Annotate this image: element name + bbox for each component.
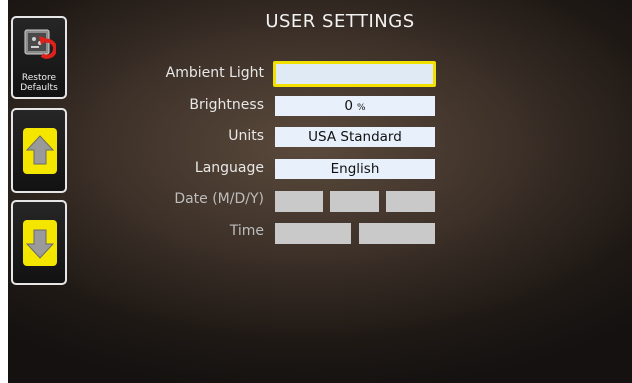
brightness-value: 0 — [344, 98, 354, 114]
ambient-light-field[interactable] — [273, 61, 436, 87]
date-month-field[interactable] — [275, 191, 323, 212]
units-label: Units — [228, 128, 264, 144]
arrow-up-icon — [25, 135, 55, 165]
language-label: Language — [194, 160, 264, 176]
time-label: Time — [229, 223, 264, 239]
date-year-field[interactable] — [386, 191, 435, 212]
arrow-down-icon — [25, 229, 55, 259]
units-field[interactable]: USA Standard — [275, 127, 435, 147]
restore-defaults-icon — [24, 29, 56, 59]
arrow-down-icon-box — [23, 220, 57, 266]
arrow-up-icon-box — [23, 128, 57, 174]
language-field[interactable]: English — [275, 159, 435, 179]
restore-defaults-label: Restore Defaults — [20, 73, 58, 93]
brightness-unit: % — [357, 103, 366, 113]
date-day-field[interactable] — [330, 191, 379, 212]
time-minute-field[interactable] — [359, 223, 435, 244]
settings-screen: Restore Defaults USER SETTINGS Ambient L… — [8, 0, 632, 383]
ambient-light-label: Ambient Light — [165, 65, 264, 81]
brightness-label: Brightness — [189, 97, 264, 113]
scroll-up-button[interactable] — [11, 108, 67, 193]
date-label: Date (M/D/Y) — [174, 191, 264, 207]
restore-defaults-button[interactable]: Restore Defaults — [11, 16, 67, 99]
scroll-down-button[interactable] — [11, 200, 67, 285]
time-hour-field[interactable] — [275, 223, 351, 244]
page-title: USER SETTINGS — [265, 11, 415, 32]
brightness-field[interactable]: 0% — [275, 96, 435, 116]
